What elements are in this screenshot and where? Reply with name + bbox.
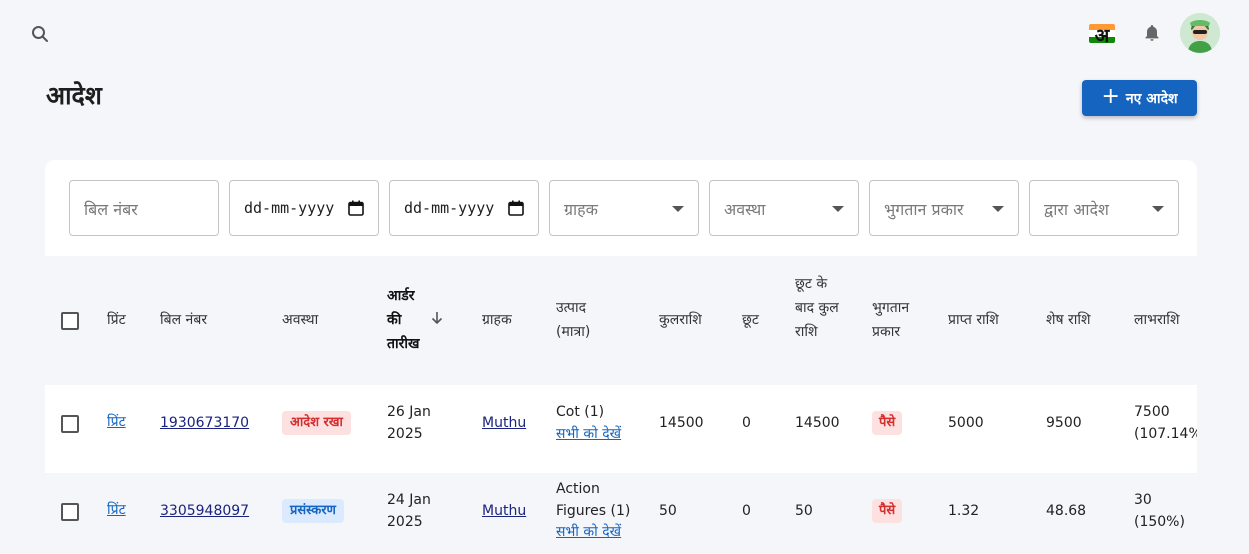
bill-number-link[interactable]: 3305948097 [160, 500, 249, 522]
column-header-received: प्राप्त राशि [948, 312, 999, 328]
balance-amount: 9500 [1046, 415, 1082, 431]
column-header-balance: शेष राशि [1046, 312, 1091, 328]
user-avatar[interactable] [1180, 13, 1220, 53]
payment-type-badge: पैसे [872, 499, 903, 523]
column-header-payment-type: भुगतान प्रकार [872, 300, 910, 340]
order-date-line2: 2025 [387, 426, 423, 442]
search-icon[interactable] [30, 24, 50, 44]
calendar-icon[interactable] [348, 200, 364, 216]
row-checkbox[interactable] [61, 415, 79, 433]
customer-link[interactable]: Muthu [482, 412, 526, 434]
total-after-discount: 50 [795, 503, 813, 519]
sort-descending-icon[interactable] [431, 311, 443, 325]
language-glyph: अ [1094, 25, 1110, 43]
payment-type-select[interactable]: भुगतान प्रकार [869, 180, 1019, 236]
discount-amount: 0 [742, 503, 751, 519]
column-header-print: प्रिंट [107, 312, 126, 328]
page-title: आदेश [46, 81, 102, 110]
column-header-total: कुलराशि [659, 312, 702, 328]
balance-amount: 48.68 [1046, 503, 1087, 519]
column-header-profit: लाभराशि [1134, 312, 1180, 328]
profit-percent: (107.14%) [1134, 426, 1197, 442]
status-placeholder: अवस्था [724, 200, 766, 219]
column-header-bill-number: बिल नंबर [160, 312, 208, 328]
product-name: Cot (1) [556, 404, 605, 420]
column-header-product-qty: (मात्रा) [556, 324, 591, 340]
status-badge: आदेश रखा [282, 411, 351, 435]
total-amount: 50 [659, 503, 677, 519]
total-after-discount: 14500 [795, 415, 840, 431]
payment-type-badge: पैसे [872, 411, 903, 435]
date-to-input[interactable]: dd-mm-yyyy [389, 180, 539, 236]
row-checkbox[interactable] [61, 503, 79, 521]
order-date-line1: 24 Jan [387, 492, 431, 508]
column-header-discount: छूट [742, 312, 759, 328]
discount-amount: 0 [742, 415, 751, 431]
bill-number-placeholder: बिल नंबर [84, 200, 138, 219]
received-amount: 1.32 [948, 503, 980, 519]
dropdown-caret-icon [832, 206, 844, 212]
calendar-icon[interactable] [508, 200, 524, 216]
customer-link[interactable]: Muthu [482, 500, 526, 522]
product-name: Action [556, 481, 600, 497]
new-order-button[interactable]: + नए आदेश [1082, 80, 1197, 116]
dropdown-caret-icon [1152, 206, 1164, 212]
customer-placeholder: ग्राहक [564, 200, 598, 219]
new-order-label: नए आदेश [1125, 90, 1178, 107]
order-date-line2: 2025 [387, 514, 423, 530]
status-select[interactable]: अवस्था [709, 180, 859, 236]
orders-card: बिल नंबर dd-mm-yyyy dd-mm-yyyy ग्राहक अव… [45, 160, 1197, 554]
ordered-by-select[interactable]: द्वारा आदेश [1029, 180, 1179, 236]
order-date-line1: 26 Jan [387, 404, 431, 420]
profit-percent: (150%) [1134, 514, 1185, 530]
bill-number-filter-input[interactable]: बिल नंबर [69, 180, 219, 236]
profit-amount: 30 [1134, 492, 1152, 508]
view-all-products-link[interactable]: सभी को देखें [556, 423, 621, 445]
table-row[interactable]: प्रिंट 3305948097 प्रसंस्करण 24 Jan 2025… [45, 473, 1197, 554]
table-row[interactable]: प्रिंट 1930673170 आदेश रखा 26 Jan 2025 M… [45, 385, 1197, 473]
select-all-checkbox[interactable] [61, 312, 79, 330]
column-header-total-after-discount: छूट के बाद कुल राशि [795, 276, 839, 340]
column-header-customer: ग्राहक [482, 312, 512, 328]
product-name-cont: Figures (1) [556, 503, 631, 519]
column-header-order-date[interactable]: आर्डर की तारीख [387, 284, 427, 356]
payment-type-placeholder: भुगतान प्रकार [884, 200, 964, 219]
top-bar: अ [0, 0, 1249, 66]
avatar-illustration-icon [1180, 13, 1220, 53]
view-all-products-link[interactable]: सभी को देखें [556, 521, 621, 543]
date-from-placeholder: dd-mm-yyyy [244, 199, 335, 217]
bill-number-link[interactable]: 1930673170 [160, 412, 249, 434]
table-header: प्रिंट बिल नंबर अवस्था आर्डर की तारीख ग्… [45, 256, 1197, 385]
plus-icon: + [1101, 84, 1120, 109]
print-link[interactable]: प्रिंट [107, 499, 126, 521]
column-header-status: अवस्था [282, 312, 319, 328]
status-badge: प्रसंस्करण [282, 499, 344, 523]
profit-amount: 7500 [1134, 404, 1170, 420]
ordered-by-placeholder: द्वारा आदेश [1044, 200, 1109, 219]
dropdown-caret-icon [992, 206, 1004, 212]
date-from-input[interactable]: dd-mm-yyyy [229, 180, 379, 236]
notification-bell-icon[interactable] [1142, 23, 1162, 43]
column-header-product: उत्पाद [556, 300, 587, 316]
total-amount: 14500 [659, 415, 704, 431]
customer-select[interactable]: ग्राहक [549, 180, 699, 236]
received-amount: 5000 [948, 415, 984, 431]
dropdown-caret-icon [672, 206, 684, 212]
date-to-placeholder: dd-mm-yyyy [404, 199, 495, 217]
language-switcher-flag-icon[interactable]: अ [1089, 24, 1115, 43]
print-link[interactable]: प्रिंट [107, 411, 126, 433]
